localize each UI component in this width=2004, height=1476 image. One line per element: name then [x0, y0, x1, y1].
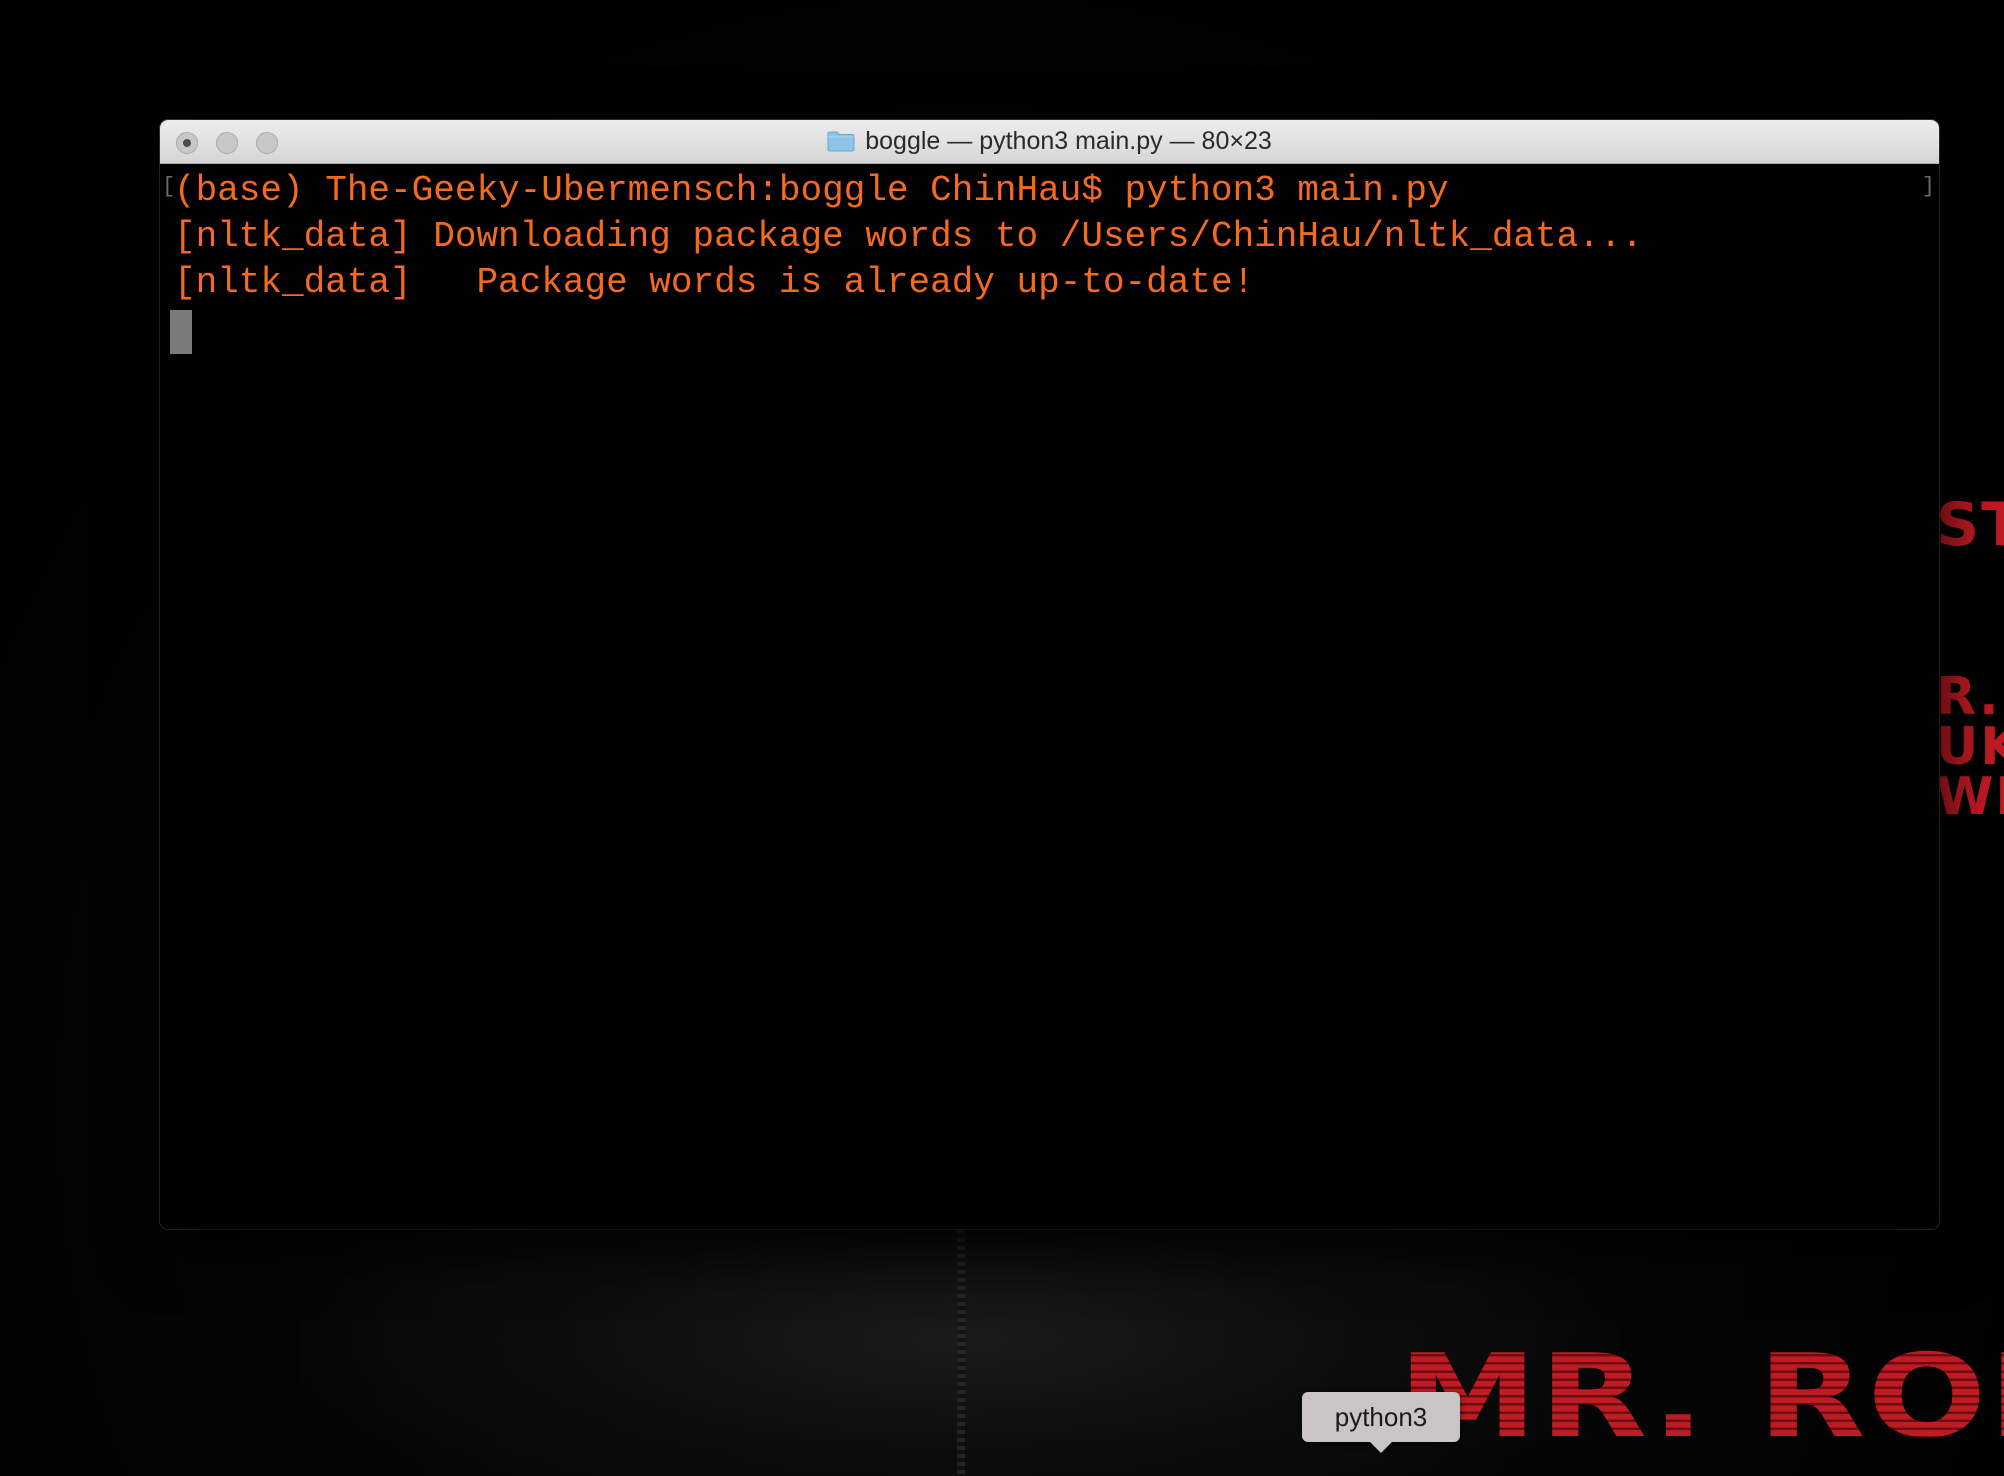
terminal-line-output: [nltk_data] Downloading package words to…	[174, 216, 1644, 257]
window-title: boggle — python3 main.py — 80×23	[865, 127, 1272, 155]
wallpaper-side-text-top: ST	[1936, 490, 2004, 560]
dock-app-tooltip: python3	[1302, 1392, 1460, 1453]
wallpaper-side-text-stack: R. UKI WI	[1936, 667, 2004, 827]
terminal-window[interactable]: boggle — python3 main.py — 80×23 [ ] (ba…	[160, 120, 1939, 1229]
window-titlebar[interactable]: boggle — python3 main.py — 80×23	[160, 120, 1939, 164]
folder-icon	[827, 131, 855, 152]
dock-tooltip-label: python3	[1334, 1401, 1428, 1432]
wallpaper-logo-text: MR. ROBOT	[1398, 1340, 2004, 1455]
terminal-line-prompt: (base) The-Geeky-Ubermensch:boggle ChinH…	[174, 170, 1449, 211]
wallpaper-zipper	[957, 1230, 965, 1476]
wallpaper-side-line: WI	[1936, 767, 2004, 827]
terminal-cursor	[170, 310, 192, 354]
window-title-group: boggle — python3 main.py — 80×23	[160, 120, 1939, 163]
scroll-marker-right: ]	[1921, 174, 1935, 199]
desktop-wallpaper: ST R. UKI WI MR. ROBOT boggle — python3 …	[0, 0, 2004, 1476]
terminal-line-output: [nltk_data] Package words is already up-…	[174, 262, 1255, 303]
terminal-content[interactable]: [ ] (base) The-Geeky-Ubermensch:boggle C…	[160, 164, 1939, 1229]
wallpaper-side-line: UKI	[1936, 717, 2004, 777]
wallpaper-side-line: R.	[1936, 667, 2001, 727]
